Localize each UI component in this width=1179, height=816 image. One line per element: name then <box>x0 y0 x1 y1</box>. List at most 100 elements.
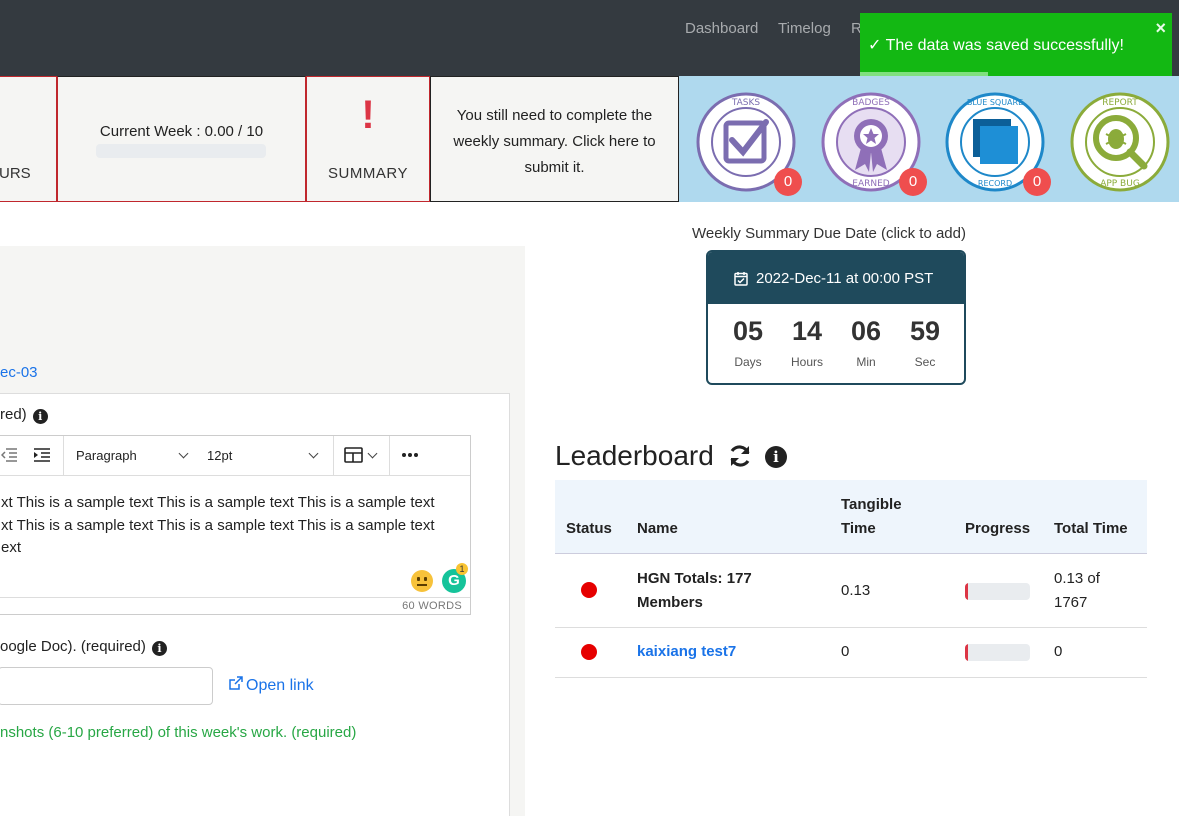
tasks-badge-count: 0 <box>774 168 802 196</box>
editor-content[interactable]: xt This is a sample text This is a sampl… <box>1 492 456 560</box>
nav-dashboard[interactable]: Dashboard <box>685 20 758 37</box>
leaderboard-info-icon[interactable]: i <box>765 446 787 468</box>
info-icon[interactable]: i <box>32 409 48 424</box>
grammarly-count: 1 <box>456 563 468 575</box>
days-value: 05 <box>732 316 764 346</box>
refresh-icon[interactable] <box>727 443 753 469</box>
calendar-check-icon <box>734 272 748 286</box>
badges-panel: TASKS 0 BADGES EARNED 0 BLUE SQUARE RECO… <box>679 76 1179 202</box>
status-dot <box>581 644 597 660</box>
summary-box[interactable]: ! SUMMARY <box>306 76 430 202</box>
min-value: 06 <box>850 316 882 346</box>
col-total-time: Total Time <box>1054 520 1128 537</box>
countdown-min: 06 Min <box>836 316 896 370</box>
row-progress-fill <box>965 583 968 600</box>
table-icon[interactable] <box>344 446 364 464</box>
col-name: Name <box>637 520 678 537</box>
word-count: 60 WORDS <box>402 600 462 612</box>
status-dot <box>581 582 597 598</box>
toast-message: ✓ The data was saved successfully! <box>868 37 1124 54</box>
more-options-icon[interactable] <box>401 452 419 458</box>
emoji-mouth <box>417 584 427 586</box>
row-name-link[interactable]: kaixiang test7 <box>637 640 736 664</box>
col-tangible-line2: Time <box>841 520 876 537</box>
col-status: Status <box>566 520 612 537</box>
svg-text:TASKS: TASKS <box>731 98 761 108</box>
toolbar-separator <box>389 436 390 475</box>
paragraph-select[interactable]: Paragraph <box>76 448 137 463</box>
doc-link-question-label: oogle Doc). (required) i <box>0 638 167 656</box>
table-row: HGN Totals: 177 Members 0.13 0.13 of 176… <box>555 554 1147 628</box>
svg-text:REPORT: REPORT <box>1102 98 1138 108</box>
row-progress-bar <box>965 644 1030 661</box>
summary-date-link[interactable]: ec-03 <box>0 364 38 381</box>
emoji-icon[interactable] <box>411 570 433 592</box>
summary-editor[interactable]: Paragraph 12pt xt This is a sample text … <box>0 435 471 615</box>
badges-earned-badge[interactable]: BADGES EARNED 0 <box>821 92 927 196</box>
toast-close-icon[interactable]: × <box>1155 19 1166 37</box>
info-icon[interactable]: i <box>151 641 167 656</box>
hours-label: URS <box>0 165 31 182</box>
current-week-box: Current Week : 0.00 / 10 <box>57 76 306 202</box>
emoji-eye <box>424 577 427 581</box>
countdown-hours: 14 Hours <box>777 318 837 370</box>
row-total: 0 <box>1054 643 1063 660</box>
tasks-badge[interactable]: TASKS 0 <box>696 92 802 196</box>
svg-text:EARNED: EARNED <box>852 179 890 189</box>
hours-unit: Hours <box>790 355 823 369</box>
font-size-select[interactable]: 12pt <box>207 448 232 463</box>
svg-text:APP BUG: APP BUG <box>1100 179 1140 189</box>
emoji-eye <box>417 577 420 581</box>
row-progress-fill <box>965 644 968 661</box>
open-link-button[interactable]: Open link <box>228 676 314 695</box>
exclamation-icon: ! <box>361 93 375 137</box>
summary-notice-box[interactable]: You still need to complete the weekly su… <box>430 76 679 202</box>
indent-icon[interactable] <box>33 446 51 464</box>
toolbar-separator <box>63 436 64 475</box>
doc-link-input[interactable] <box>0 667 213 705</box>
col-tangible-line1: Tangible <box>841 496 902 513</box>
badges-earned-count: 0 <box>899 168 927 196</box>
row-total-line2: 1767 <box>1054 594 1088 611</box>
report-app-bug-icon: REPORT APP BUG <box>1070 92 1170 192</box>
blue-square-count: 0 <box>1023 168 1051 196</box>
leaderboard-header: Status Name Tangible Time Progress Total… <box>555 480 1147 554</box>
row-tangible: 0.13 <box>841 582 871 599</box>
doc-link-question-text: oogle Doc). (required) <box>0 638 146 655</box>
summary-question-label: red) i <box>0 406 48 424</box>
current-week-progress-bar <box>96 144 266 158</box>
current-week-text: Current Week : 0.00 / 10 <box>99 123 264 140</box>
report-app-bug-badge[interactable]: REPORT APP BUG <box>1070 92 1170 192</box>
chevron-down-icon[interactable] <box>308 448 319 459</box>
chevron-down-icon[interactable] <box>367 448 378 459</box>
col-progress: Progress <box>965 520 1031 537</box>
editor-toolbar: Paragraph 12pt <box>0 436 470 476</box>
row-name-line1: HGN Totals: 177 <box>637 570 752 587</box>
external-link-icon <box>229 676 243 690</box>
screenshots-requirement-text: nshots (6-10 preferred) of this week's w… <box>0 724 357 741</box>
row-name-line2: Members <box>637 594 703 611</box>
row-progress-bar <box>965 583 1030 600</box>
days-unit: Days <box>734 355 762 369</box>
countdown-date: 2022-Dec-11 at 00:00 PST <box>756 270 934 287</box>
due-date-countdown[interactable]: 2022-Dec-11 at 00:00 PST 05 Days 14 Hours … <box>706 250 966 385</box>
nav-timelog[interactable]: Timelog <box>778 20 831 37</box>
sec-unit: Sec <box>914 355 936 369</box>
countdown-days: 05 Days <box>718 316 778 370</box>
toolbar-separator <box>333 436 334 475</box>
hours-box: URS <box>0 76 57 202</box>
table-row: kaixiang test7 0 0 <box>555 628 1147 678</box>
summary-notice-text[interactable]: You still need to complete the weekly su… <box>441 103 668 181</box>
row-total-line1: 0.13 of <box>1054 570 1100 587</box>
row-tangible: 0 <box>841 643 850 660</box>
chevron-down-icon[interactable] <box>178 448 189 459</box>
outdent-icon[interactable] <box>1 446 17 464</box>
svg-text:BADGES: BADGES <box>852 98 890 108</box>
svg-text:RECORD: RECORD <box>978 179 1012 188</box>
editor-statusbar-divider <box>0 597 470 598</box>
blue-square-record-badge[interactable]: BLUE SQUARE RECORD 0 <box>945 92 1051 196</box>
due-date-label[interactable]: Weekly Summary Due Date (click to add) <box>692 225 966 242</box>
open-link-label[interactable]: Open link <box>246 677 314 694</box>
leaderboard-title: Leaderboard <box>555 440 714 471</box>
success-toast: ✓ The data was saved successfully! × <box>860 13 1172 76</box>
